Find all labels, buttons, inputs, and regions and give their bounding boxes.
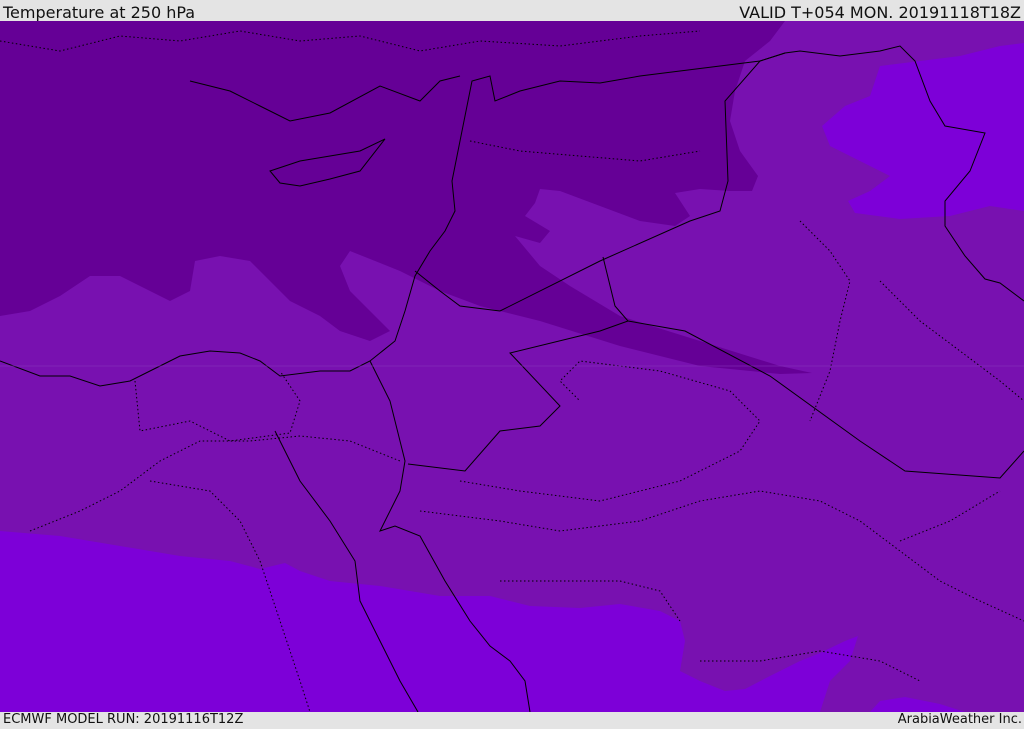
credit-label: ArabiaWeather Inc. <box>897 712 1022 727</box>
map-title: Temperature at 250 hPa <box>3 3 196 22</box>
model-run-label: ECMWF MODEL RUN: 20191116T12Z <box>3 712 244 727</box>
temperature-map <box>0 21 1024 712</box>
valid-time: VALID T+054 MON. 20191118T18Z <box>739 3 1021 22</box>
